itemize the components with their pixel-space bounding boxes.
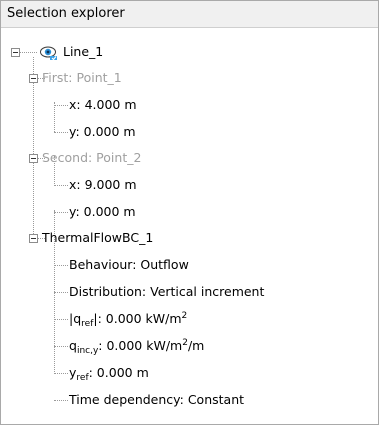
- tree-connector: [33, 57, 34, 238]
- collapse-toggle-line[interactable]: [11, 48, 20, 57]
- tree-leaf-y-ref: yref: 0.000 m: [69, 365, 149, 383]
- tree-leaf-second-y: y: 0.000 m: [69, 204, 136, 219]
- collapse-toggle-second[interactable]: [29, 154, 38, 163]
- tree-connector: [54, 292, 68, 293]
- tree-node-thermal-flow-bc[interactable]: ThermalFlowBC_1: [42, 230, 153, 246]
- tree-leaf-first-y: y: 0.000 m: [69, 124, 136, 139]
- tree-leaf-q-ref: |qref|: 0.000 kW/m2: [69, 311, 188, 329]
- tree-leaf-behaviour: Behaviour: Outflow: [69, 257, 189, 272]
- eye-icon[interactable]: [40, 44, 58, 61]
- tree-leaf-distribution: Distribution: Vertical increment: [69, 284, 265, 299]
- tree-connector: [54, 212, 68, 213]
- tree-node-first-point[interactable]: First: Point_1: [42, 70, 122, 86]
- tree-connector: [54, 346, 68, 347]
- tree-connector: [54, 265, 68, 266]
- panel-title: Selection explorer: [7, 6, 125, 21]
- tree-connector: [54, 185, 68, 186]
- tree-connector: [54, 102, 55, 132]
- tree-connector: [54, 319, 68, 320]
- collapse-toggle-first[interactable]: [29, 74, 38, 83]
- selection-explorer-panel: Selection explorer Line_1 First: Point_1…: [0, 0, 379, 425]
- collapse-toggle-bc[interactable]: [29, 234, 38, 243]
- tree-leaf-second-x: x: 9.000 m: [69, 177, 137, 192]
- tree-connector: [54, 373, 68, 374]
- tree-connector: [20, 52, 37, 53]
- panel-header: Selection explorer: [1, 1, 378, 28]
- tree-leaf-first-x: x: 4.000 m: [69, 97, 137, 112]
- tree-connector: [54, 400, 68, 401]
- tree-connector: [54, 105, 68, 106]
- tree-node-second-point[interactable]: Second: Point_2: [42, 150, 141, 166]
- tree-node-line-1[interactable]: Line_1: [63, 44, 103, 60]
- tree-connector: [54, 132, 68, 133]
- tree-leaf-time-dependency: Time dependency: Constant: [69, 392, 245, 407]
- tree-leaf-q-inc-y: qinc,y: 0.000 kW/m2/m: [69, 338, 205, 356]
- selection-tree: Line_1 First: Point_1 x: 4.000 m y: 0.00…: [1, 28, 378, 424]
